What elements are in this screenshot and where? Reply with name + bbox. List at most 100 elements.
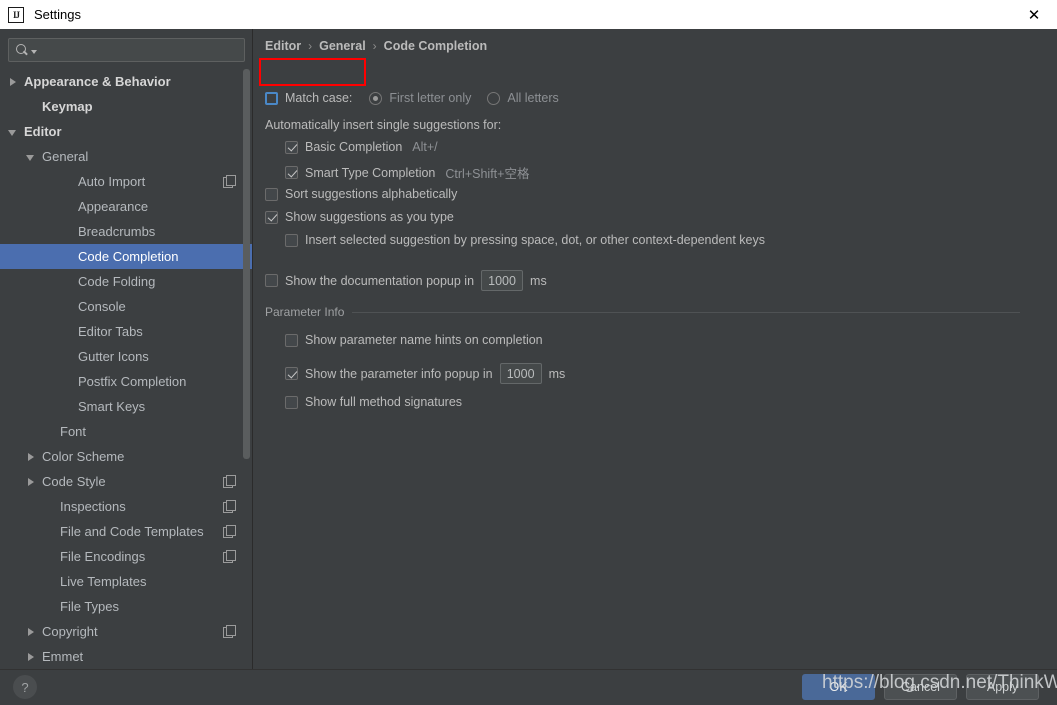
tree-arrow-placeholder: [60, 175, 74, 189]
documentation-popup-delay-input[interactable]: 1000: [481, 270, 524, 291]
chevron-right-icon[interactable]: [6, 75, 20, 89]
insert-selected-suggestion-label: Insert selected suggestion by pressing s…: [305, 233, 765, 247]
parameter-name-hints-checkbox[interactable]: [285, 333, 298, 347]
sidebar-item-label: Appearance & Behavior: [24, 74, 171, 89]
tree-arrow-placeholder: [60, 200, 74, 214]
help-button[interactable]: ?: [13, 675, 37, 699]
breadcrumb-item-editor[interactable]: Editor: [265, 39, 301, 53]
sidebar-item-appearance[interactable]: Appearance: [0, 194, 252, 219]
sidebar-scrollbar-thumb[interactable]: [243, 69, 250, 459]
copy-settings-icon[interactable]: [223, 525, 236, 538]
tree-arrow-placeholder: [42, 525, 56, 539]
sidebar-item-label: Font: [60, 424, 87, 439]
sidebar-item-label: Smart Keys: [78, 399, 146, 414]
copy-settings-icon[interactable]: [223, 550, 236, 563]
sidebar-item-label: Auto Import: [78, 174, 146, 189]
sidebar-item-copyright[interactable]: Copyright: [0, 619, 252, 644]
match-case-checkbox[interactable]: [265, 91, 278, 105]
cancel-button[interactable]: Cancel: [884, 674, 957, 700]
sidebar-item-file-types[interactable]: File Types: [0, 594, 252, 619]
chevron-down-icon[interactable]: [6, 125, 20, 139]
close-icon[interactable]: ✕: [1011, 0, 1057, 29]
sidebar-item-code-completion[interactable]: Code Completion: [0, 244, 252, 269]
sidebar-item-auto-import[interactable]: Auto Import: [0, 169, 252, 194]
sidebar-item-code-folding[interactable]: Code Folding: [0, 269, 252, 294]
all-letters-label: All letters: [507, 91, 559, 105]
sidebar-item-label: Editor: [24, 124, 62, 139]
sidebar-item-label: Copyright: [42, 624, 98, 639]
sidebar-scrollbar[interactable]: [243, 69, 250, 669]
basic-completion-shortcut: Alt+/: [412, 140, 438, 154]
breadcrumb-separator-icon: ›: [308, 39, 313, 53]
insert-selected-suggestion-checkbox[interactable]: [285, 233, 298, 247]
chevron-right-icon[interactable]: [24, 475, 38, 489]
sidebar-item-label: Appearance: [78, 199, 149, 214]
sidebar-item-label: Keymap: [42, 99, 93, 114]
sidebar-item-smart-keys[interactable]: Smart Keys: [0, 394, 252, 419]
sidebar-item-label: Breadcrumbs: [78, 224, 156, 239]
sidebar-item-font[interactable]: Font: [0, 419, 252, 444]
parameter-info-group-label: Parameter Info: [265, 305, 345, 319]
sort-suggestions-label: Sort suggestions alphabetically: [285, 187, 458, 201]
chevron-down-icon[interactable]: [24, 150, 38, 164]
sort-suggestions-checkbox[interactable]: [265, 187, 278, 201]
ok-button[interactable]: OK: [802, 674, 875, 700]
settings-tree[interactable]: Appearance & Behavior Keymap Editor General…: [0, 69, 252, 669]
sidebar-item-gutter-icons[interactable]: Gutter Icons: [0, 344, 252, 369]
breadcrumb: Editor › General › Code Completion: [265, 39, 487, 53]
match-case-label: Match case:: [285, 91, 353, 105]
basic-completion-row: Basic Completion Alt+/: [285, 140, 438, 154]
full-method-signatures-label: Show full method signatures: [305, 395, 463, 409]
documentation-popup-checkbox[interactable]: [265, 274, 278, 287]
chevron-right-icon[interactable]: [24, 625, 38, 639]
basic-completion-label: Basic Completion: [305, 140, 403, 154]
sidebar-item-live-templates[interactable]: Live Templates: [0, 569, 252, 594]
sidebar-item-console[interactable]: Console: [0, 294, 252, 319]
parameter-info-popup-checkbox[interactable]: [285, 367, 298, 380]
sidebar-item-label: Code Completion: [78, 249, 179, 264]
all-letters-radio[interactable]: [487, 91, 501, 105]
sidebar-item-keymap[interactable]: Keymap: [0, 94, 252, 119]
sidebar-item-code-style[interactable]: Code Style: [0, 469, 252, 494]
copy-settings-icon[interactable]: [223, 475, 236, 488]
parameter-name-hints-row: Show parameter name hints on completion: [285, 333, 543, 347]
sidebar-item-file-and-code-templates[interactable]: File and Code Templates: [0, 519, 252, 544]
copy-settings-icon[interactable]: [223, 625, 236, 638]
show-suggestions-checkbox[interactable]: [265, 210, 278, 224]
full-method-signatures-checkbox[interactable]: [285, 395, 298, 409]
auto-insert-text: Automatically insert single suggestions …: [265, 118, 502, 132]
copy-settings-icon[interactable]: [223, 500, 236, 513]
sidebar-item-editor-tabs[interactable]: Editor Tabs: [0, 319, 252, 344]
basic-completion-checkbox[interactable]: [285, 140, 298, 154]
smart-type-completion-checkbox[interactable]: [285, 166, 298, 179]
sidebar-item-appearance-behavior[interactable]: Appearance & Behavior: [0, 69, 252, 94]
parameter-info-popup-delay-input[interactable]: 1000: [499, 363, 542, 384]
sidebar-item-color-scheme[interactable]: Color Scheme: [0, 444, 252, 469]
breadcrumb-item-general[interactable]: General: [319, 39, 366, 53]
sidebar-item-general[interactable]: General: [0, 144, 252, 169]
smart-type-completion-row: Smart Type Completion Ctrl+Shift+空格: [285, 163, 529, 182]
sidebar-item-postfix-completion[interactable]: Postfix Completion: [0, 369, 252, 394]
sidebar-item-label: Postfix Completion: [78, 374, 187, 389]
search-input[interactable]: [8, 38, 245, 62]
chevron-down-icon[interactable]: [31, 50, 37, 54]
sidebar-item-file-encodings[interactable]: File Encodings: [0, 544, 252, 569]
insert-selected-suggestion-row: Insert selected suggestion by pressing s…: [285, 233, 765, 247]
sidebar-item-label: Emmet: [42, 649, 84, 664]
tree-arrow-placeholder: [42, 550, 56, 564]
sidebar-item-emmet[interactable]: Emmet: [0, 644, 252, 669]
parameter-info-popup-label: Show the parameter info popup in: [305, 366, 493, 381]
copy-settings-icon[interactable]: [223, 175, 236, 188]
sidebar-item-breadcrumbs[interactable]: Breadcrumbs: [0, 219, 252, 244]
sidebar-item-inspections[interactable]: Inspections: [0, 494, 252, 519]
sidebar-item-label: Editor Tabs: [78, 324, 143, 339]
apply-button[interactable]: Apply: [966, 674, 1039, 700]
full-method-signatures-row: Show full method signatures: [285, 395, 462, 409]
first-letter-only-radio[interactable]: [369, 91, 383, 105]
divider: [352, 311, 1020, 313]
documentation-popup-row: Show the documentation popup in 1000 ms: [265, 270, 547, 291]
chevron-right-icon[interactable]: [24, 650, 38, 664]
chevron-right-icon[interactable]: [24, 450, 38, 464]
sidebar-item-editor[interactable]: Editor: [0, 119, 252, 144]
search-field-wrapper[interactable]: [8, 38, 245, 62]
